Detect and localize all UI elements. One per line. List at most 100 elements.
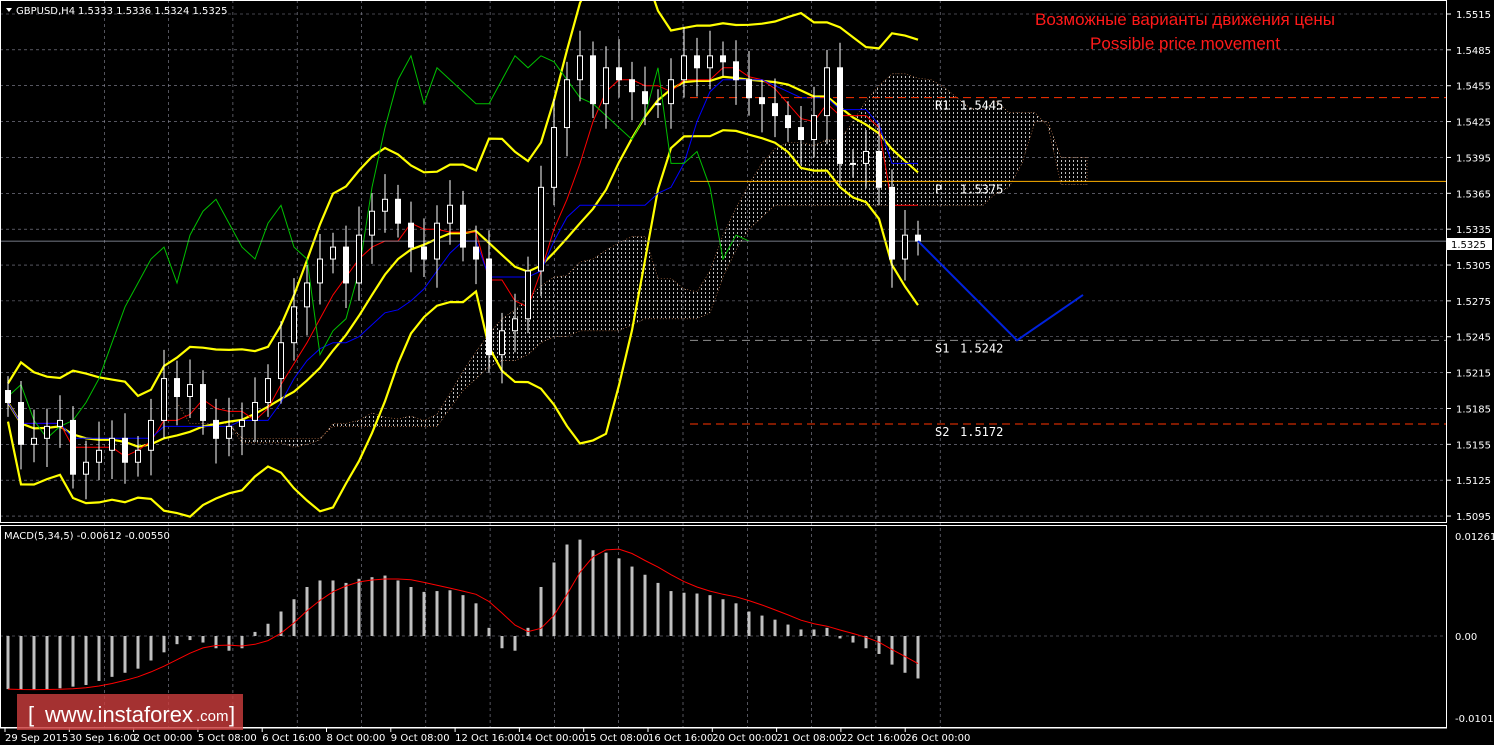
macd-bar <box>825 627 829 636</box>
macd-bar <box>617 558 621 636</box>
macd-bar <box>110 636 114 677</box>
candle-bear <box>798 127 804 141</box>
macd-bar <box>903 636 907 673</box>
macd-bar <box>474 603 478 636</box>
macd-bar <box>383 575 387 636</box>
candle-bear <box>785 115 791 129</box>
macd-bar <box>123 636 127 673</box>
macd-bar <box>513 636 517 651</box>
candle-bull <box>863 150 869 164</box>
time-tick-label: 6 Oct 16:00 <box>262 733 321 744</box>
candle-bull <box>434 222 440 260</box>
macd-bar <box>708 595 712 636</box>
svg-text:www.instaforex: www.instaforex <box>44 702 193 727</box>
candle-bull <box>603 67 609 105</box>
candle-bull <box>83 461 89 475</box>
macd-bar <box>786 624 790 636</box>
candle-bear <box>720 55 726 63</box>
level-label-s1: S1 <box>935 341 949 355</box>
candle-bull <box>330 246 336 260</box>
candle-bear <box>343 246 349 284</box>
title-russian: Возможные варианты движения цены <box>1035 10 1335 29</box>
candle-bear <box>5 390 11 403</box>
candle-bull <box>291 306 297 344</box>
candle-bear <box>486 258 492 356</box>
candle-bull <box>655 103 661 106</box>
macd-bar <box>721 599 725 636</box>
macd-bar <box>71 636 75 687</box>
candle-bull <box>499 330 505 356</box>
trading-chart[interactable]: R1 1.5445P 1.5375S1 1.5242S2 1.5172 1.55151.… <box>0 0 1494 745</box>
tenkan-line <box>7 67 918 457</box>
level-value-s1: 1.5242 <box>960 341 1003 355</box>
candle-bear <box>70 419 76 475</box>
level-value-p: 1.5375 <box>960 182 1003 196</box>
candle-bull <box>447 204 453 224</box>
candle-bull <box>707 55 713 69</box>
time-tick-label: 5 Oct 08:00 <box>198 733 257 744</box>
macd-bar <box>747 611 751 636</box>
macd-bar <box>422 591 426 636</box>
macd-bar <box>799 629 803 636</box>
price-tick-label: 1.5155 <box>1456 440 1491 451</box>
candle-bear <box>629 79 635 93</box>
candle-bear <box>460 204 466 248</box>
macd-bar <box>812 629 816 636</box>
candle-bear <box>772 103 778 117</box>
candle-bear <box>616 67 622 81</box>
price-tick-label: 1.5185 <box>1456 404 1491 415</box>
macd-bar <box>552 562 556 636</box>
candle-bull <box>382 198 388 212</box>
macd-bar <box>409 586 413 636</box>
level-label-p: P <box>935 182 942 196</box>
macd-bar <box>565 544 569 636</box>
price-tick-label: 1.5305 <box>1456 261 1491 272</box>
time-axis[interactable]: 29 Sep 2015 30 Sep 16:002 Oct 00:00 5 Oct … <box>4 728 970 744</box>
price-axis[interactable]: 1.5515 1.5485 1.5455 1.5425 1.5395 1.5365 1.53… <box>1446 10 1494 725</box>
price-tick-label: 1.5395 <box>1456 153 1491 164</box>
candle-bull <box>226 425 232 439</box>
macd-bar <box>201 636 205 643</box>
macd-tick-label: 0.00 <box>1455 632 1477 643</box>
candle-bull <box>96 449 102 463</box>
macd-bar <box>19 636 23 690</box>
macd-bar <box>214 636 218 649</box>
time-tick-label: 20 Oct 00:00 <box>712 733 777 744</box>
candle-bull <box>850 162 856 165</box>
macd-bar <box>916 636 920 679</box>
candle-bull <box>187 384 193 398</box>
time-tick-label: 2 Oct 00:00 <box>134 733 193 744</box>
macd-bar <box>97 636 101 681</box>
forecast-path <box>917 240 1084 342</box>
macd-bar <box>266 623 270 636</box>
candle-bear <box>733 61 739 81</box>
symbol-label: GBPUSD,H4 <box>16 6 75 17</box>
candle-bull <box>31 437 37 445</box>
macd-panel <box>6 539 920 691</box>
candle-bear <box>876 150 882 188</box>
candle-bull <box>265 378 271 403</box>
macd-bar <box>344 582 348 636</box>
time-tick-label: 22 Oct 16:00 <box>841 733 906 744</box>
candle-bear <box>473 246 479 260</box>
macd-tick-label: -0.01011 <box>1455 714 1494 725</box>
price-tick-label: 1.5485 <box>1456 46 1491 57</box>
candle-bull <box>161 378 167 421</box>
dropdown-triangle-icon[interactable] <box>6 8 12 12</box>
ohlc-values: 1.5333 1.5336 1.5324 1.5325 <box>78 6 228 17</box>
candle-bull <box>824 67 830 117</box>
candle-bull <box>564 79 570 129</box>
macd-bar <box>656 582 660 636</box>
candle-bull <box>44 425 50 439</box>
candle-bear <box>590 55 596 105</box>
macd-bar <box>669 591 673 636</box>
macd-bar <box>149 636 153 661</box>
level-label-r1: R1 <box>935 99 949 113</box>
title-english: Possible price movement <box>1090 34 1280 53</box>
macd-bar <box>6 636 10 690</box>
time-tick-label: 21 Oct 08:00 <box>777 733 842 744</box>
macd-bar <box>448 590 452 636</box>
macd-bar <box>136 636 140 669</box>
macd-bar <box>45 636 49 690</box>
candle-bear <box>642 91 648 105</box>
